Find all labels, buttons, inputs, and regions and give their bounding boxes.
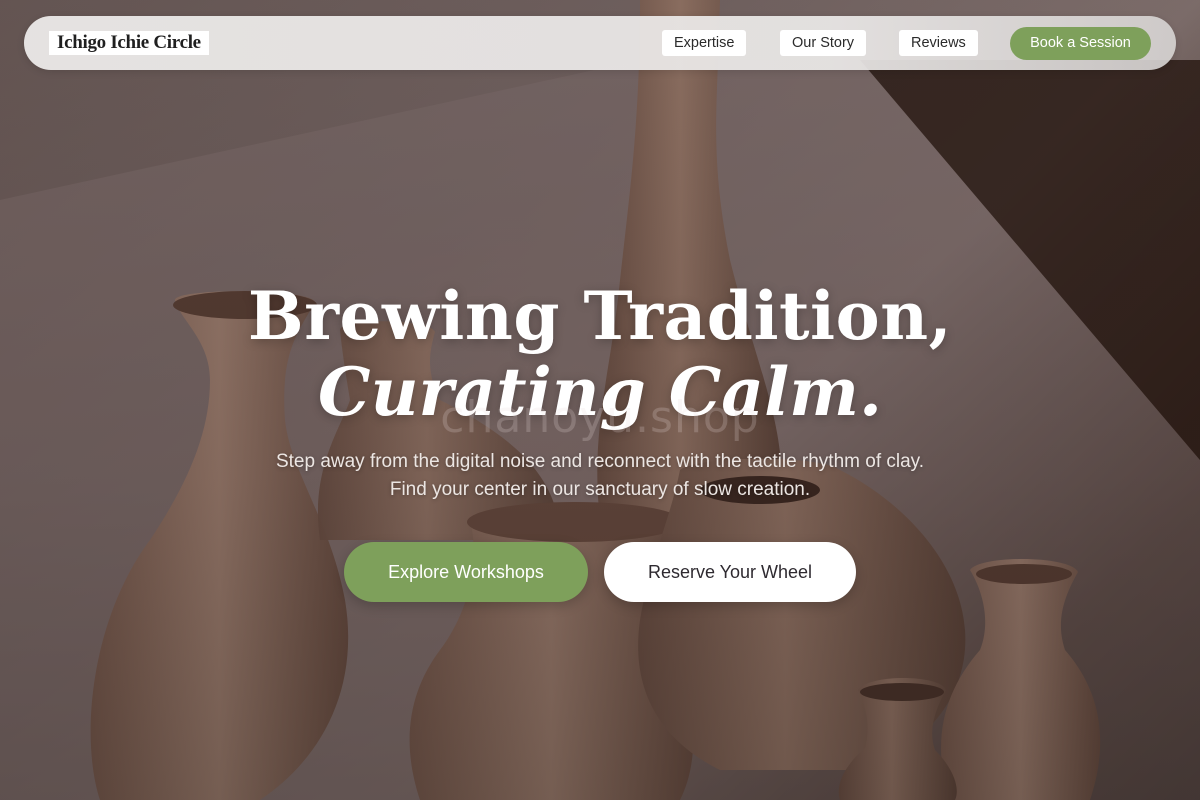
explore-workshops-button[interactable]: Explore Workshops: [344, 542, 588, 602]
hero-title-line1: Brewing Tradition,: [247, 277, 953, 355]
hero-subtitle: Step away from the digital noise and rec…: [275, 451, 925, 500]
nav-link-reviews[interactable]: Reviews: [899, 30, 978, 56]
top-navigation-bar: Ichigo Ichie Circle Expertise Our Story …: [24, 16, 1176, 70]
watermark-text: chanoyu.shop: [440, 392, 760, 443]
nav-link-expertise[interactable]: Expertise: [662, 30, 747, 56]
brand-logo[interactable]: Ichigo Ichie Circle: [49, 31, 209, 55]
nav-link-our-story[interactable]: Our Story: [780, 30, 867, 56]
book-session-button[interactable]: Book a Session: [1010, 27, 1151, 60]
reserve-wheel-button[interactable]: Reserve Your Wheel: [604, 542, 856, 602]
